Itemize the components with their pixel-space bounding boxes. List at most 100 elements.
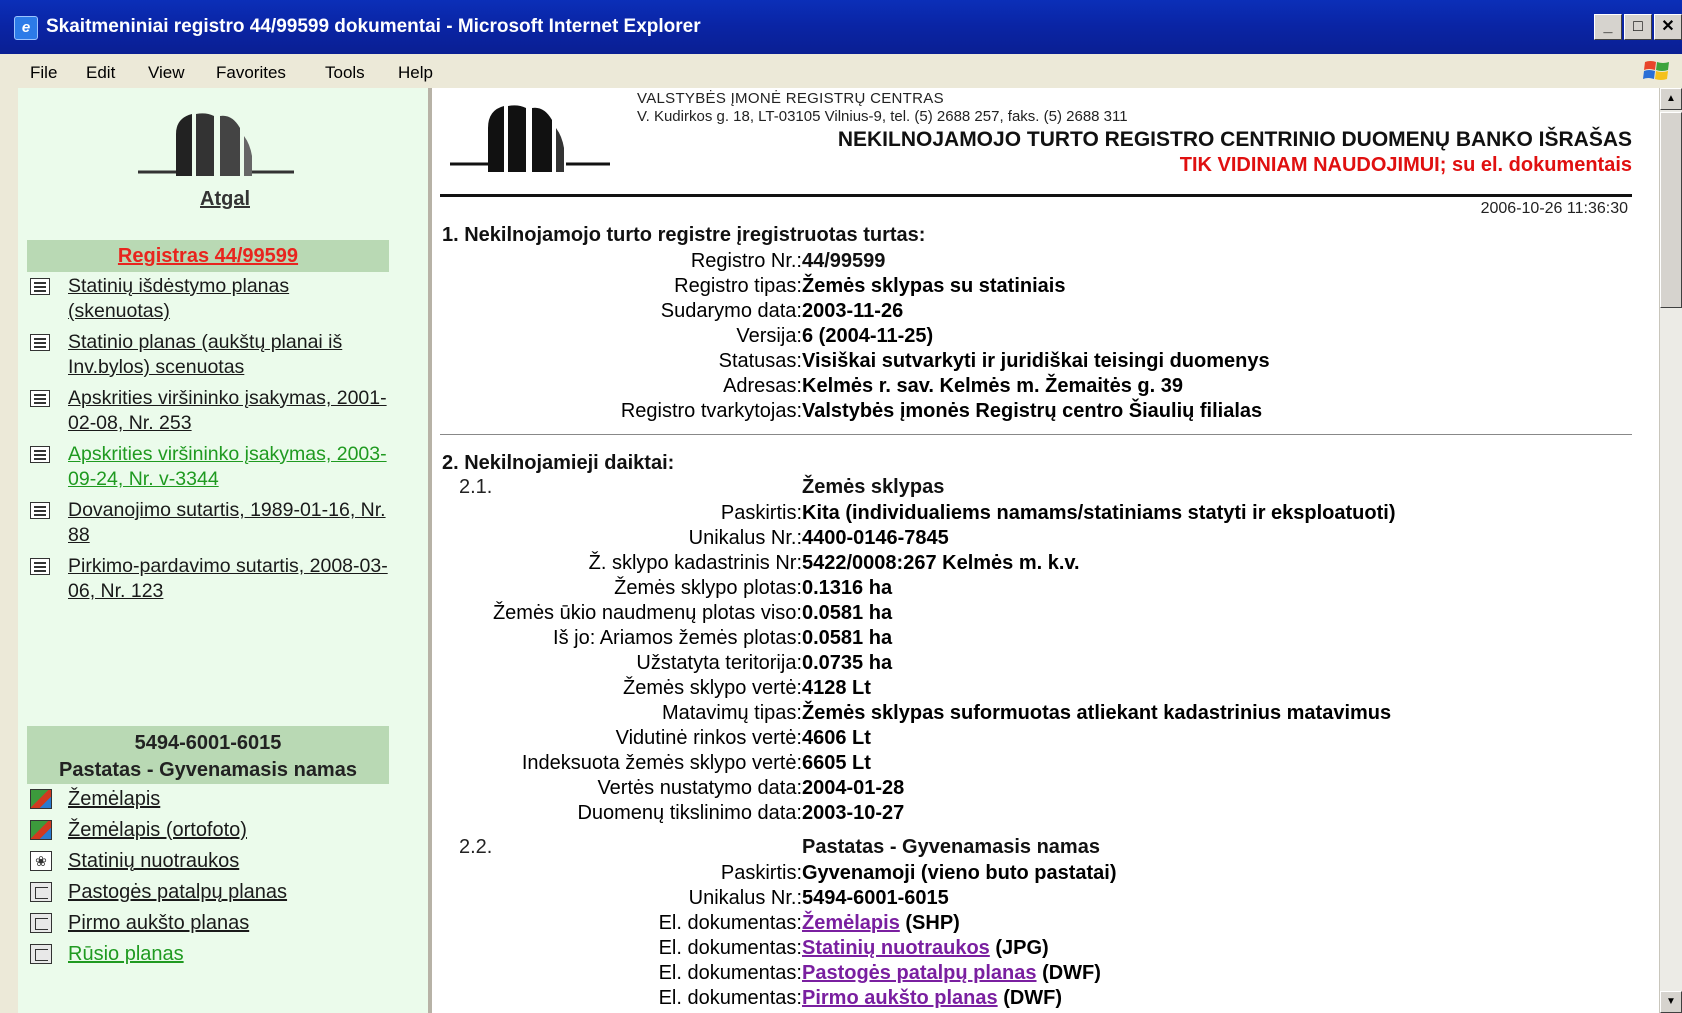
row-label: Užstatyta teritorija: <box>636 652 802 674</box>
document-list: Statinių išdėstymo planas (skenuotas) St… <box>30 274 390 610</box>
row-label: Žemės sklypo plotas: <box>614 577 802 599</box>
document-icon <box>30 558 50 575</box>
document-item[interactable]: Pirkimo-pardavimo sutartis, 2008-03-06, … <box>30 554 390 604</box>
row-value: Žemės sklypas su statiniais <box>802 275 1066 297</box>
document-item[interactable]: Apskrities viršininko įsakymas, 2001-02-… <box>30 386 390 436</box>
edoc-link[interactable]: Pastogės patalpų planas <box>802 962 1037 984</box>
info-row: Versija: 6 (2004-11-25) <box>432 324 1660 349</box>
building-doc-link[interactable]: Pirmo aukšto planas <box>68 912 249 934</box>
menu-bar: File Edit View Favorites Tools Help <box>0 54 1682 89</box>
edoc-link[interactable]: Žemėlapis <box>802 912 900 934</box>
menu-help[interactable]: Help <box>398 63 433 83</box>
building-doc-item[interactable]: Rūsio planas <box>30 941 390 967</box>
menu-favorites[interactable]: Favorites <box>216 63 286 83</box>
building-doc-item[interactable]: Žemėlapis (ortofoto) <box>30 817 390 843</box>
info-row: Registro tvarkytojas: Valstybės įmonės R… <box>432 399 1660 424</box>
row-value: Kelmės r. sav. Kelmės m. Žemaitės g. 39 <box>802 375 1183 397</box>
row-value: 0.1316 ha <box>802 577 893 599</box>
document-icon <box>30 278 50 295</box>
section-divider <box>440 434 1632 435</box>
building-doc-item[interactable]: Pastogės patalpų planas <box>30 879 390 905</box>
document-icon <box>30 334 50 351</box>
edoc-link[interactable]: Pirmo aukšto planas <box>802 987 998 1009</box>
info-row: Žemės ūkio naudmenų plotas viso: 0.0581 … <box>432 601 1660 626</box>
document-item[interactable]: Statinio planas (aukštų planai iš Inv.by… <box>30 330 390 380</box>
menu-edit[interactable]: Edit <box>86 63 115 83</box>
info-row: Ž. sklypo kadastrinis Nr: 5422/0008:267 … <box>432 551 1660 576</box>
document-link[interactable]: Pirkimo-pardavimo sutartis, 2008-03-06, … <box>68 555 388 602</box>
document-link[interactable]: Statinio planas (aukštų planai iš Inv.by… <box>68 331 342 378</box>
building-doc-link[interactable]: Žemėlapis <box>68 788 160 810</box>
maximize-button[interactable]: □ <box>1624 14 1652 40</box>
info-row: Paskirtis: Gyvenamoji (vieno buto pastat… <box>432 861 1660 886</box>
row-label: Indeksuota žemės sklypo vertė: <box>521 752 802 774</box>
document-icon <box>30 390 50 407</box>
document-item[interactable]: Statinių išdėstymo planas (skenuotas) <box>30 274 390 324</box>
scroll-down-button[interactable]: ▼ <box>1660 991 1682 1013</box>
document-link[interactable]: Apskrities viršininko įsakymas, 2001-02-… <box>68 387 387 434</box>
menu-file[interactable]: File <box>30 63 57 83</box>
minimize-button[interactable]: _ <box>1594 14 1622 40</box>
info-row: Žemės sklypo plotas: 0.1316 ha <box>432 576 1660 601</box>
edoc-type: (JPG) <box>995 937 1049 959</box>
scroll-up-button[interactable]: ▲ <box>1660 88 1682 110</box>
building-doc-item[interactable]: Žemėlapis <box>30 786 390 812</box>
building-doc-link[interactable]: Rūsio planas <box>68 943 184 965</box>
sidebar: Atgal Registras 44/99599 Statinių išdėst… <box>0 88 432 1013</box>
row-value: 5494-6001-6015 <box>802 887 949 909</box>
building-doc-item[interactable]: Pirmo aukšto planas <box>30 910 390 936</box>
edoc-row: El. dokumentas: Pirmo aukšto planas (DWF… <box>432 986 1660 1011</box>
row-label: Unikalus Nr.: <box>688 887 802 909</box>
close-button[interactable]: ✕ <box>1654 14 1682 40</box>
edoc-link[interactable]: Statinių nuotraukos <box>802 937 990 959</box>
window-titlebar[interactable]: e Skaitmeniniai registro 44/99599 dokume… <box>0 0 1682 54</box>
document-link[interactable]: Statinių išdėstymo planas (skenuotas) <box>68 275 289 322</box>
document-link[interactable]: Dovanojimo sutartis, 1989-01-16, Nr. 88 <box>68 499 386 546</box>
row-value: 4128 Lt <box>802 677 871 699</box>
info-row: Iš jo: Ariamos žemės plotas: 0.0581 ha <box>432 626 1660 651</box>
row-label: Iš jo: Ariamos žemės plotas: <box>553 627 802 649</box>
back-link[interactable]: Atgal <box>18 188 432 211</box>
document-icon <box>30 502 50 519</box>
object-number: 2.1. <box>459 476 493 498</box>
info-row: Vertės nustatymo data: 2004-01-28 <box>432 776 1660 801</box>
document-pane: VALSTYBĖS ĮMONĖ REGISTRŲ CENTRAS V. Kudi… <box>432 88 1660 1013</box>
building-doc-link[interactable]: Statinių nuotraukos <box>68 850 239 872</box>
document-item[interactable]: Dovanojimo sutartis, 1989-01-16, Nr. 88 <box>30 498 390 548</box>
building-doc-link[interactable]: Žemėlapis (ortofoto) <box>68 819 247 841</box>
menu-view[interactable]: View <box>148 63 185 83</box>
object-number: 2.2. <box>459 836 493 858</box>
plan-icon <box>30 913 52 933</box>
building-header: 5494-6001-6015 Pastatas - Gyvenamasis na… <box>27 726 389 784</box>
info-row: Žemės sklypo vertė: 4128 Lt <box>432 676 1660 701</box>
plan-icon <box>30 944 52 964</box>
building-doc-link[interactable]: Pastogės patalpų planas <box>68 881 287 903</box>
row-value: 4400-0146-7845 <box>802 527 949 549</box>
row-value: 0.0735 ha <box>802 652 893 674</box>
building-type: Pastatas - Gyvenamasis namas <box>59 759 357 781</box>
row-label: Paskirtis: <box>720 862 802 884</box>
row-value: 6605 Lt <box>802 752 871 774</box>
building-document-list: Žemėlapis Žemėlapis (ortofoto) ❀ Statini… <box>30 786 390 972</box>
building-doc-item[interactable]: ❀ Statinių nuotraukos <box>30 848 390 874</box>
registry-link[interactable]: Registras 44/99599 <box>27 240 389 272</box>
row-value: 0.0581 ha <box>802 602 893 624</box>
document-link[interactable]: Apskrities viršininko įsakymas, 2003-09-… <box>68 443 387 490</box>
menu-tools[interactable]: Tools <box>325 63 365 83</box>
edoc-type: (DWF) <box>1042 962 1101 984</box>
row-label: El. dokumentas: <box>658 912 802 934</box>
row-value: Kita (individualiems namams/statiniams s… <box>802 502 1396 524</box>
row-value: 2003-10-27 <box>802 802 905 824</box>
map-icon <box>30 820 52 840</box>
row-label: Paskirtis: <box>720 502 802 524</box>
row-label: Adresas: <box>723 375 802 397</box>
object-title: Pastatas - Gyvenamasis namas <box>802 836 1100 858</box>
vertical-scrollbar[interactable]: ▲ ▼ <box>1659 88 1682 1013</box>
org-name: VALSTYBĖS ĮMONĖ REGISTRŲ CENTRAS <box>637 90 944 107</box>
photo-icon: ❀ <box>30 851 52 871</box>
row-value: Gyvenamoji (vieno buto pastatai) <box>802 862 1117 884</box>
scroll-thumb[interactable] <box>1660 112 1682 308</box>
section-2-title: 2. Nekilnojamieji daiktai: <box>442 452 675 474</box>
document-icon <box>30 446 50 463</box>
document-item[interactable]: Apskrities viršininko įsakymas, 2003-09-… <box>30 442 390 492</box>
